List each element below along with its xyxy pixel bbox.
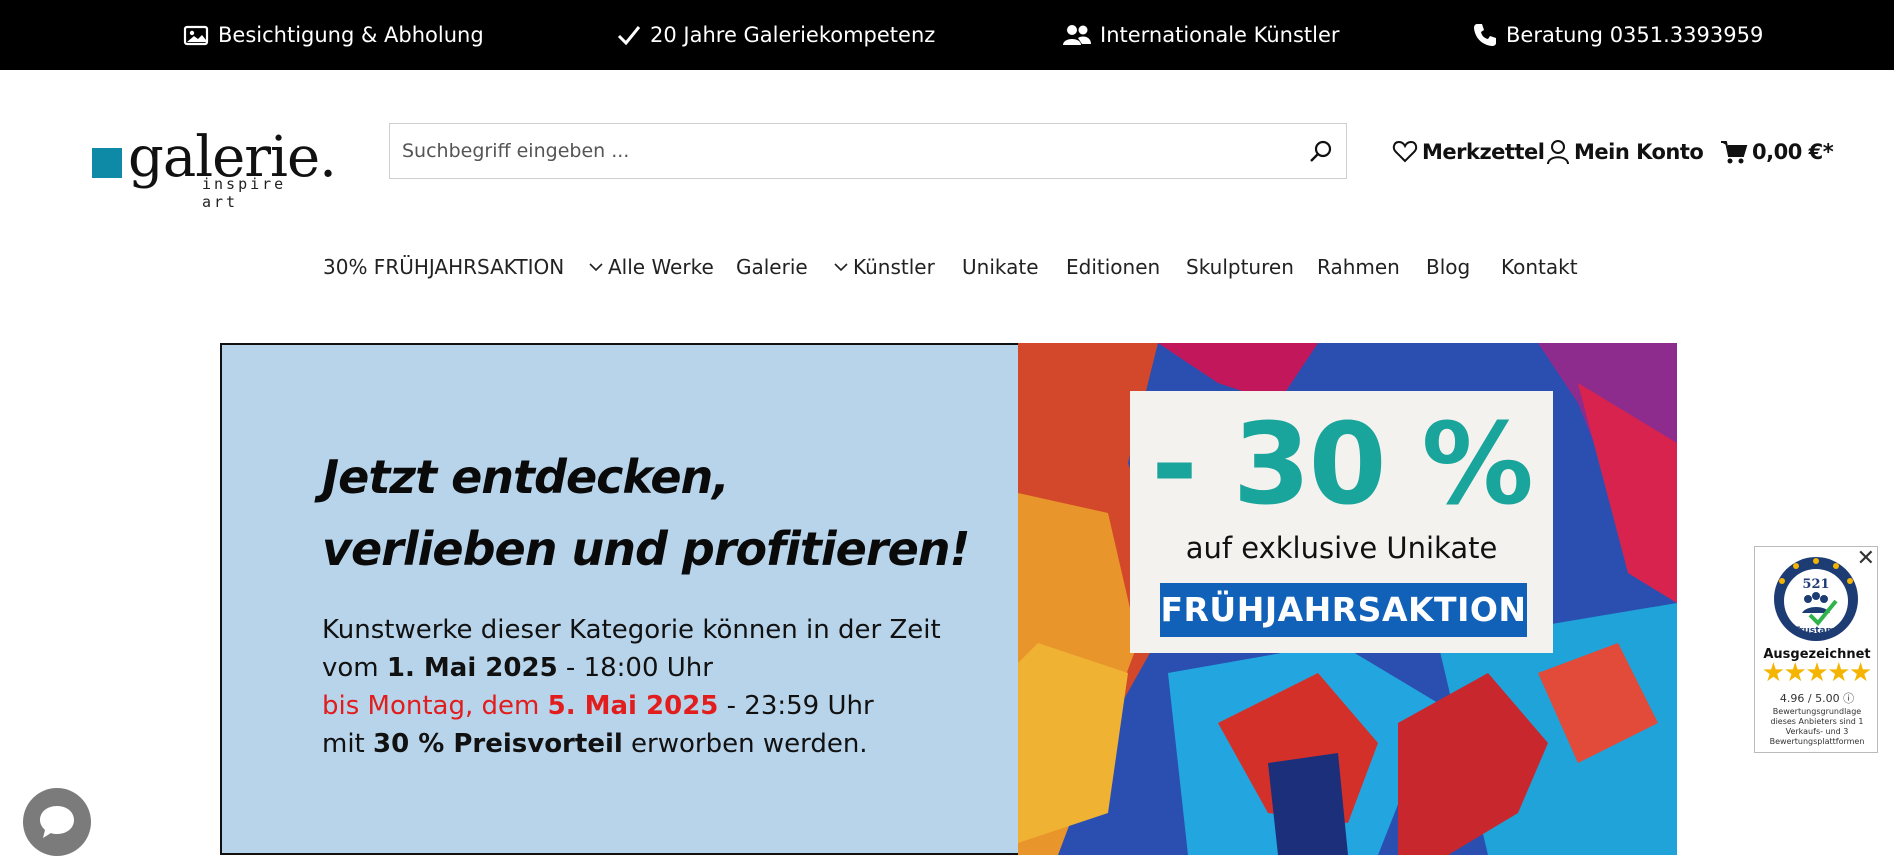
star-icon xyxy=(1828,662,1849,682)
nav-item-contact[interactable]: Kontakt xyxy=(1501,250,1578,284)
account-label: Mein Konto xyxy=(1574,140,1704,164)
promo-card: - 30 % auf exklusive Unikate FRÜHJAHRSAK… xyxy=(1130,391,1553,653)
logo-tagline: inspire art xyxy=(202,175,287,211)
banner-headline: Jetzt entdecken, verlieben und profitier… xyxy=(322,441,970,585)
nav-label: Galerie xyxy=(736,255,808,279)
text-segment: - 18:00 Uhr xyxy=(557,653,713,683)
banner-text-panel: Jetzt entdecken, verlieben und profitier… xyxy=(220,343,1018,855)
info-icon[interactable]: ⓘ xyxy=(1843,692,1854,705)
star-icon xyxy=(1763,662,1784,682)
chevron-down-icon xyxy=(589,263,603,272)
headline-line-2: verlieben und profitieren! xyxy=(322,522,970,576)
hero-banner[interactable]: Jetzt entdecken, verlieben und profitier… xyxy=(220,343,1677,855)
banner-body: Kunstwerke dieser Kategorie können in de… xyxy=(322,611,941,763)
start-date: 1. Mai 2025 xyxy=(386,653,558,683)
text-segment: erworben werden. xyxy=(622,729,868,759)
search-bar xyxy=(389,123,1347,179)
body-line-3: bis Montag, dem 5. Mai 2025 - 23:59 Uhr xyxy=(322,687,941,725)
trust-badge[interactable]: ✕ 521 Trustami Ausgezeichnet 4.96 / 5.00… xyxy=(1754,546,1878,753)
text-segment: bis Montag, dem xyxy=(322,691,548,721)
nav-item-originals[interactable]: Unikate xyxy=(962,250,1039,284)
body-line-4: mit 30 % Preisvorteil erworben werden. xyxy=(322,725,941,763)
logo-square xyxy=(92,148,122,178)
star-icon xyxy=(1850,662,1871,682)
user-icon xyxy=(1547,140,1569,165)
chat-bubble-icon xyxy=(40,806,74,838)
banner-artwork-panel: - 30 % auf exklusive Unikate FRÜHJAHRSAK… xyxy=(1018,343,1677,855)
search-icon[interactable] xyxy=(1308,139,1334,165)
nav-label: 30% FRÜHJAHRSAKTION xyxy=(323,255,565,279)
nav-label: Künstler xyxy=(853,255,935,279)
trust-score-value: 4.96 / 5.00 xyxy=(1779,692,1840,705)
headline-line-1: Jetzt entdecken, xyxy=(322,450,730,504)
promo-tag: FRÜHJAHRSAKTION xyxy=(1160,583,1527,637)
discount-highlight: 30 % Preisvorteil xyxy=(373,729,623,759)
users-icon xyxy=(1063,25,1091,45)
search-input[interactable] xyxy=(390,124,1290,178)
cart-total: 0,00 €* xyxy=(1752,140,1834,164)
topbar-item-viewing[interactable]: Besichtigung & Abholung xyxy=(182,0,484,70)
end-date: 5. Mai 2025 xyxy=(547,691,719,721)
text-segment: - 23:59 Uhr xyxy=(718,691,874,721)
star-icon xyxy=(1785,662,1806,682)
trust-seal-icon: 521 Trustami xyxy=(1774,557,1858,641)
star-icon xyxy=(1807,662,1827,682)
trust-count: 521 xyxy=(1802,577,1829,592)
topbar-label: Besichtigung & Abholung xyxy=(218,23,484,47)
trust-stars xyxy=(1763,662,1871,686)
topbar-label: Beratung 0351.3393959 xyxy=(1506,23,1764,47)
trust-note: Bewertungsgrundlage dieses Anbieters sin… xyxy=(1769,707,1865,746)
topbar-label: 20 Jahre Galeriekompetenz xyxy=(650,23,936,47)
body-line-2: vom 1. Mai 2025 - 18:00 Uhr xyxy=(322,649,941,687)
nav-label: Skulpturen xyxy=(1186,255,1294,279)
heart-icon xyxy=(1392,140,1418,163)
cart-link[interactable]: 0,00 €* xyxy=(1720,135,1834,169)
topbar-item-phone[interactable]: Beratung 0351.3393959 xyxy=(1472,0,1763,70)
nav-item-spring-sale[interactable]: 30% FRÜHJAHRSAKTION xyxy=(323,250,564,284)
trust-title: Ausgezeichnet xyxy=(1763,647,1871,662)
topbar-label: Internationale Künstler xyxy=(1100,23,1340,47)
body-line-1: Kunstwerke dieser Kategorie können in de… xyxy=(322,615,941,645)
trust-score: 4.96 / 5.00 ⓘ xyxy=(1755,690,1879,706)
trust-brand: Trustami xyxy=(1794,626,1838,636)
nav-item-all-works[interactable]: Alle Werke xyxy=(588,250,714,284)
nav-label: Unikate xyxy=(962,255,1039,279)
check-icon xyxy=(617,26,641,46)
chat-widget-button[interactable] xyxy=(23,788,91,856)
main-navigation: 30% FRÜHJAHRSAKTION Alle Werke Galerie K… xyxy=(0,250,1894,284)
nav-label: Editionen xyxy=(1066,255,1161,279)
phone-icon xyxy=(1474,24,1496,46)
site-logo[interactable]: galerie. inspire art xyxy=(90,128,337,211)
cart-icon xyxy=(1721,141,1748,164)
promo-subtitle: auf exklusive Unikate xyxy=(1185,531,1498,565)
nav-label: Blog xyxy=(1426,255,1471,279)
text-segment: vom xyxy=(322,653,387,683)
account-link[interactable]: Mein Konto xyxy=(1546,135,1704,169)
image-icon xyxy=(183,25,209,46)
promo-percent: - 30 % xyxy=(1151,400,1534,530)
nav-item-blog[interactable]: Blog xyxy=(1426,250,1470,284)
nav-label: Kontakt xyxy=(1501,255,1578,279)
nav-item-sculptures[interactable]: Skulpturen xyxy=(1186,250,1294,284)
wishlist-label: Merkzettel xyxy=(1422,140,1545,164)
nav-item-frames[interactable]: Rahmen xyxy=(1317,250,1400,284)
chevron-down-icon xyxy=(834,263,848,272)
text-segment: mit xyxy=(322,729,374,759)
nav-label: Rahmen xyxy=(1317,255,1400,279)
nav-label: Alle Werke xyxy=(608,255,714,279)
top-info-bar: Besichtigung & Abholung 20 Jahre Galerie… xyxy=(0,0,1894,70)
topbar-item-artists[interactable]: Internationale Künstler xyxy=(1062,0,1340,70)
topbar-item-experience[interactable]: 20 Jahre Galeriekompetenz xyxy=(616,0,935,70)
nav-item-editions[interactable]: Editionen xyxy=(1066,250,1160,284)
nav-item-artists[interactable]: Künstler xyxy=(833,250,935,284)
wishlist-link[interactable]: Merkzettel xyxy=(1392,135,1545,169)
nav-item-gallery[interactable]: Galerie xyxy=(736,250,808,284)
